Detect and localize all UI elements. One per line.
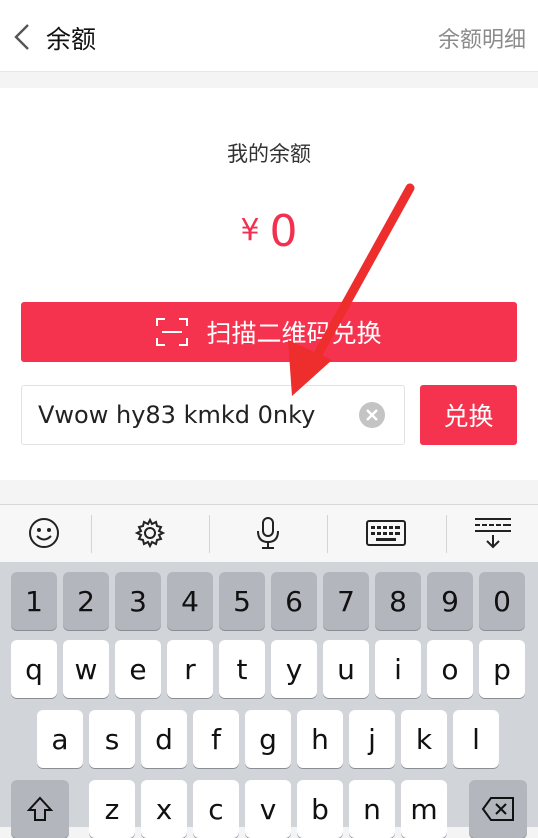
balance-amount: ¥0 [0,206,538,257]
key-e[interactable]: e [115,640,161,698]
key-a[interactable]: a [37,710,83,768]
key-d[interactable]: d [141,710,187,768]
key-6[interactable]: 6 [271,572,317,630]
key-u[interactable]: u [323,640,369,698]
balance-card: 我的余额 ¥0 扫描二维码兑换 兑换 [0,88,538,480]
key-w[interactable]: w [63,640,109,698]
keyboard: 1 2 3 4 5 6 7 8 9 0 q w e r t y u i o p … [0,562,538,838]
key-s[interactable]: s [89,710,135,768]
key-y[interactable]: y [271,640,317,698]
key-z[interactable]: z [89,780,135,838]
header-bar: 余额 余额明细 [0,0,538,72]
key-j[interactable]: j [349,710,395,768]
currency-symbol: ¥ [240,213,260,248]
keyboard-collapse-icon[interactable] [434,505,538,561]
redeem-code-field [21,385,405,445]
shift-key[interactable] [11,780,69,838]
keyboard-toolbar [0,504,538,562]
page-title: 余额 [46,25,97,54]
gear-icon[interactable] [91,505,209,561]
chevron-left-icon[interactable] [12,22,32,52]
keyboard-icon[interactable] [327,505,445,561]
key-7[interactable]: 7 [323,572,369,630]
key-5[interactable]: 5 [219,572,265,630]
scan-qr-icon [156,318,189,346]
balance-label: 我的余额 [227,142,311,166]
key-n[interactable]: n [349,780,395,838]
shift-icon [26,796,54,821]
key-c[interactable]: c [193,780,239,838]
key-r[interactable]: r [167,640,213,698]
backspace-icon [481,797,514,821]
redeem-code-input[interactable] [38,386,358,444]
key-v[interactable]: v [245,780,291,838]
key-o[interactable]: o [427,640,473,698]
scan-qr-button[interactable]: 扫描二维码兑换 [21,302,517,362]
balance-value: 0 [269,206,298,257]
redeem-button[interactable]: 兑换 [420,385,517,445]
key-m[interactable]: m [401,780,447,838]
key-p[interactable]: p [479,640,525,698]
key-2[interactable]: 2 [63,572,109,630]
key-k[interactable]: k [401,710,447,768]
key-0[interactable]: 0 [479,572,525,630]
clear-icon[interactable] [358,401,386,429]
key-8[interactable]: 8 [375,572,421,630]
key-h[interactable]: h [297,710,343,768]
smiley-icon[interactable] [0,505,103,561]
key-4[interactable]: 4 [167,572,213,630]
key-9[interactable]: 9 [427,572,473,630]
key-3[interactable]: 3 [115,572,161,630]
delete-key[interactable] [469,780,527,838]
balance-detail-link[interactable]: 余额明细 [438,22,526,54]
key-t[interactable]: t [219,640,265,698]
key-g[interactable]: g [245,710,291,768]
key-b[interactable]: b [297,780,343,838]
key-l[interactable]: l [453,710,499,768]
key-1[interactable]: 1 [11,572,57,630]
key-q[interactable]: q [11,640,57,698]
key-f[interactable]: f [193,710,239,768]
scan-qr-label: 扫描二维码兑换 [206,319,382,348]
key-i[interactable]: i [375,640,421,698]
key-x[interactable]: x [141,780,187,838]
microphone-icon[interactable] [209,505,327,561]
